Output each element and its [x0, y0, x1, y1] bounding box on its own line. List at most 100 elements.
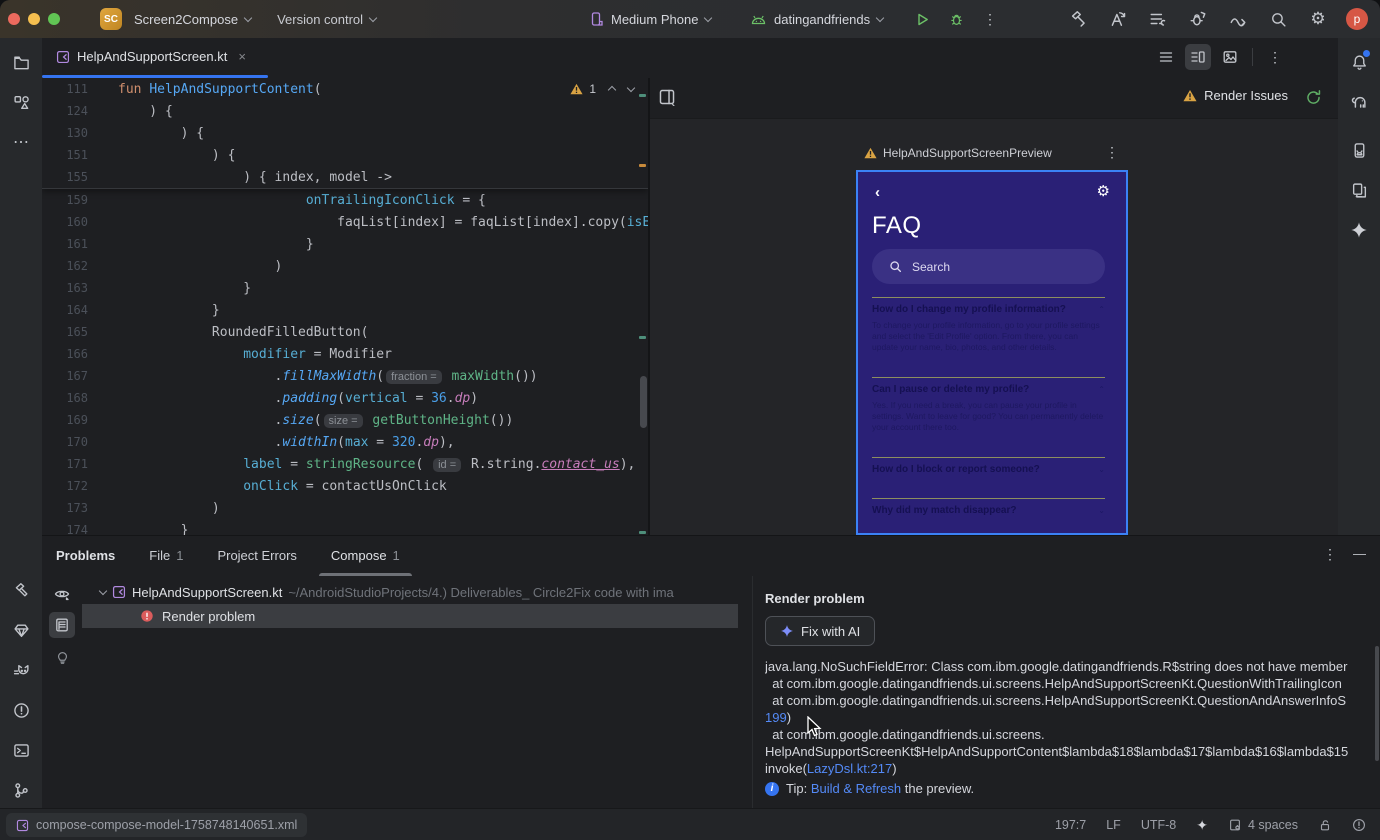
code-line[interactable]: 165 RoundedFilledButton( — [42, 321, 648, 343]
stack-trace-line: at com.ibm.google.datingandfriends.ui.sc… — [765, 693, 1347, 708]
debug-assist-button[interactable] — [1184, 5, 1212, 33]
code-line[interactable]: 166 modifier = Modifier — [42, 343, 648, 365]
layers-icon — [1352, 182, 1366, 198]
editor-tab[interactable]: HelpAndSupportScreen.kt × — [46, 38, 256, 75]
editor-scrollbar[interactable] — [640, 376, 647, 428]
code-line[interactable]: 164 } — [42, 299, 648, 321]
editor-options-button[interactable]: ⋮ — [1262, 44, 1288, 70]
gemini-tool-button[interactable] — [1338, 210, 1380, 250]
fix-with-ai-button[interactable]: Fix with AI — [765, 616, 876, 646]
design-view-button[interactable] — [1217, 44, 1243, 70]
stack-trace-link[interactable]: LazyDsl.kt:217 — [807, 761, 892, 776]
tab-file[interactable]: File 1 — [149, 536, 183, 576]
debug-button[interactable] — [942, 5, 970, 33]
notifications-button[interactable] — [1338, 42, 1380, 82]
app-quality-insights-tool-button[interactable] — [0, 610, 42, 650]
render-issues-button[interactable]: Render Issues — [1183, 88, 1288, 103]
device-selector[interactable]: Medium Phone — [588, 11, 713, 27]
code-line[interactable]: 161 } — [42, 233, 648, 255]
ai-sparkle-icon[interactable]: ✦ — [1196, 817, 1208, 834]
preview-phone-frame[interactable]: ‹ ⚙ FAQ Search How do I change my profil… — [856, 170, 1128, 535]
code-line[interactable]: 171 label = stringResource( id = R.strin… — [42, 453, 648, 475]
code-line[interactable]: 162 ) — [42, 255, 648, 277]
grid-layout-icon — [659, 89, 675, 106]
preview-options-button[interactable]: ⋮ — [1105, 144, 1119, 161]
build-refresh-link[interactable]: Build & Refresh — [811, 781, 901, 796]
faq-item[interactable]: Why did my match disappear? ⌄ — [872, 498, 1105, 517]
code-line[interactable]: 155 ) { index, model -> — [42, 166, 648, 188]
minimize-panel-button[interactable]: — — [1353, 546, 1366, 561]
refresh-preview-button[interactable] — [1305, 89, 1322, 106]
code-line[interactable]: 172 onClick = contactUsOnClick — [42, 475, 648, 497]
resource-manager-tool-button[interactable] — [0, 82, 42, 122]
code-line[interactable]: 151 ) { — [42, 144, 648, 166]
project-menu[interactable]: Screen2Compose — [134, 12, 253, 27]
faq-item[interactable]: Can I pause or delete my profile? ⌃ Yes. I… — [872, 377, 1105, 433]
caret-position[interactable]: 197:7 — [1055, 818, 1086, 832]
device-manager-tool-button[interactable] — [1338, 170, 1380, 210]
code-editor[interactable]: 111 fun HelpAndSupportContent(124 ) {130 … — [42, 78, 648, 535]
lock-status[interactable] — [1318, 818, 1332, 832]
tab-compose[interactable]: Compose 1 — [318, 536, 412, 576]
todo-structure-button[interactable] — [1144, 5, 1172, 33]
stack-trace-link[interactable]: 199 — [765, 710, 787, 725]
running-devices-tool-button[interactable] — [1338, 130, 1380, 170]
more-tool-windows-button[interactable]: ⋯ — [0, 122, 42, 162]
inspection-widget[interactable]: 1 — [570, 82, 636, 96]
build-project-button[interactable] — [1064, 5, 1092, 33]
tab-project-errors[interactable]: Project Errors — [217, 536, 296, 576]
code-line[interactable]: 163 } — [42, 277, 648, 299]
code-line[interactable]: 130 ) { — [42, 122, 648, 144]
code-line[interactable]: 173 ) — [42, 497, 648, 519]
show-details-button[interactable] — [49, 612, 75, 638]
problems-tool-button[interactable] — [0, 690, 42, 730]
file-encoding[interactable]: UTF-8 — [1141, 818, 1176, 832]
preview-name-label[interactable]: HelpAndSupportScreenPreview — [864, 146, 1124, 160]
render-problem-row[interactable]: Render problem — [82, 604, 738, 628]
close-icon[interactable]: × — [238, 49, 246, 64]
panel-options-button[interactable]: ⋮ — [1323, 547, 1337, 561]
preview-layout-button[interactable] — [658, 88, 676, 106]
code-line[interactable]: 169 .size(size = getButtonHeight()) — [42, 409, 648, 431]
code-line[interactable]: 160 faqList[index] = faqList[index].copy… — [42, 211, 648, 233]
code-line[interactable]: 174 } — [42, 519, 648, 535]
previous-issue-icon[interactable] — [607, 85, 617, 95]
settings-button[interactable]: ⚙ — [1304, 5, 1332, 33]
line-separator[interactable]: LF — [1106, 818, 1121, 832]
detail-scrollbar[interactable] — [1375, 646, 1379, 761]
window-close-button[interactable] — [8, 13, 20, 25]
run-button[interactable] — [908, 5, 936, 33]
split-view-button[interactable] — [1185, 44, 1211, 70]
code-line[interactable]: 111 fun HelpAndSupportContent( — [42, 78, 648, 100]
profile-avatar[interactable]: p — [1346, 8, 1368, 30]
git-tool-button[interactable] — [0, 770, 42, 810]
build-tool-button[interactable] — [0, 570, 42, 610]
code-view-button[interactable] — [1153, 44, 1179, 70]
window-minimize-button[interactable] — [28, 13, 40, 25]
search-everywhere-button[interactable] — [1264, 5, 1292, 33]
code-line[interactable]: 167 .fillMaxWidth(fraction = maxWidth()) — [42, 365, 648, 387]
preview-problem-button[interactable] — [49, 581, 75, 607]
terminal-tool-button[interactable] — [0, 730, 42, 770]
window-zoom-button[interactable] — [48, 13, 60, 25]
quick-fix-button[interactable] — [49, 643, 75, 669]
faq-item[interactable]: How do I block or report someone? ⌄ — [872, 457, 1105, 476]
project-tool-button[interactable] — [0, 42, 42, 82]
code-line[interactable]: 170 .widthIn(max = 320.dp), — [42, 431, 648, 453]
problems-file-row[interactable]: HelpAndSupportScreen.kt ~/AndroidStudioP… — [82, 580, 750, 604]
ai-rename-button[interactable] — [1104, 5, 1132, 33]
logcat-tool-button[interactable] — [0, 650, 42, 690]
code-line[interactable]: 168 .padding(vertical = 36.dp) — [42, 387, 648, 409]
event-log-status[interactable] — [1352, 818, 1366, 832]
code-line[interactable]: 159 onTrailingIconClick = { — [42, 189, 648, 211]
version-control-menu[interactable]: Version control — [277, 12, 378, 27]
gradle-tool-button[interactable] — [1338, 82, 1380, 122]
code-line[interactable]: 124 ) { — [42, 100, 648, 122]
next-issue-icon[interactable] — [626, 83, 636, 92]
more-run-actions-button[interactable]: ⋮ — [976, 5, 1004, 33]
indent-setting[interactable]: 4 spaces — [1228, 818, 1298, 832]
code-review-button[interactable] — [1224, 5, 1252, 33]
run-configuration-selector[interactable]: datingandfriends — [750, 12, 885, 27]
faq-item[interactable]: How do I change my profile information? ⌃… — [872, 297, 1105, 353]
status-current-file[interactable]: compose-compose-model-1758748140651.xml — [6, 813, 308, 837]
